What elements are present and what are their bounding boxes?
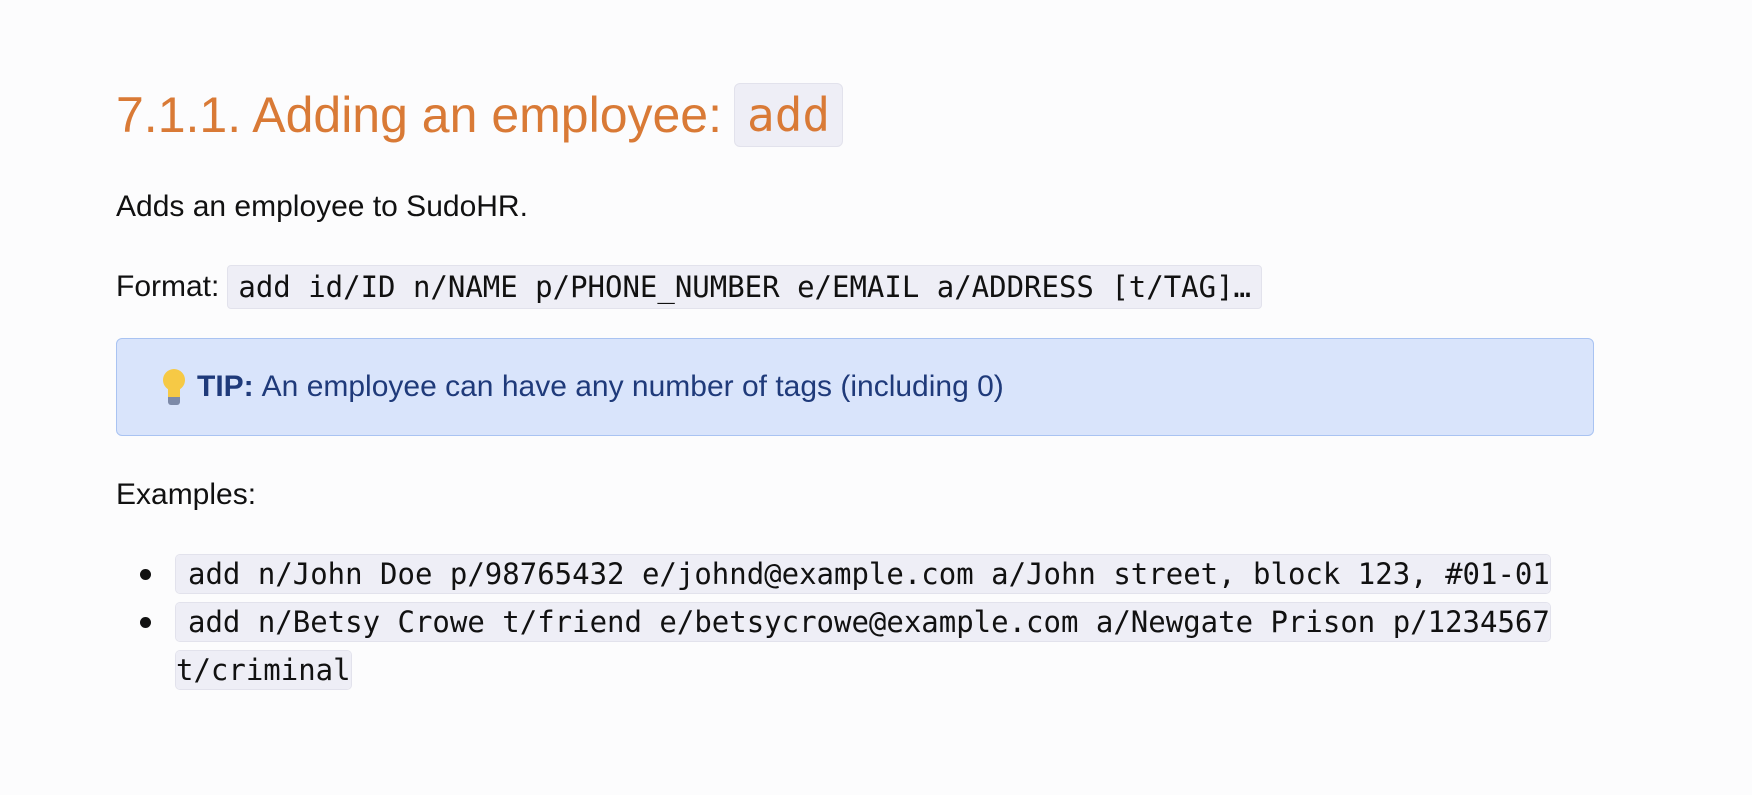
- format-label: Format:: [116, 270, 220, 303]
- lightbulb-icon: [159, 367, 189, 407]
- example-code-text: add n/Betsy Crowe t/friend e/betsycrowe@…: [176, 605, 1550, 687]
- heading-command-code: add: [734, 83, 844, 147]
- format-line: Format: add id/ID n/NAME p/PHONE_NUMBER …: [116, 265, 1263, 309]
- tip-box: TIP: An employee can have any number of …: [116, 338, 1594, 436]
- tip-label: TIP:: [197, 370, 254, 403]
- bullet-icon: [140, 617, 151, 628]
- intro-text: Adds an employee to SudoHR.: [116, 190, 528, 223]
- example-item: add n/John Doe p/98765432 e/johnd@exampl…: [130, 550, 1600, 598]
- example-code: add n/John Doe p/98765432 e/johnd@exampl…: [176, 555, 1550, 593]
- section-heading: 7.1.1. Adding an employee: add: [116, 80, 844, 150]
- heading-text: 7.1.1. Adding an employee:: [116, 87, 723, 143]
- bullet-icon: [140, 569, 151, 580]
- examples-label: Examples:: [116, 478, 257, 511]
- document-page: 7.1.1. Adding an employee: add Adds an e…: [0, 0, 1752, 795]
- example-code-text: add n/John Doe p/98765432 e/johnd@exampl…: [188, 557, 1550, 591]
- format-code: add id/ID n/NAME p/PHONE_NUMBER e/EMAIL …: [227, 265, 1263, 309]
- example-code: add n/Betsy Crowe t/friend e/betsycrowe@…: [176, 603, 1550, 689]
- examples-list: add n/John Doe p/98765432 e/johnd@exampl…: [130, 550, 1600, 694]
- tip-text: An employee can have any number of tags …: [261, 370, 1004, 403]
- example-item: add n/Betsy Crowe t/friend e/betsycrowe@…: [130, 598, 1600, 694]
